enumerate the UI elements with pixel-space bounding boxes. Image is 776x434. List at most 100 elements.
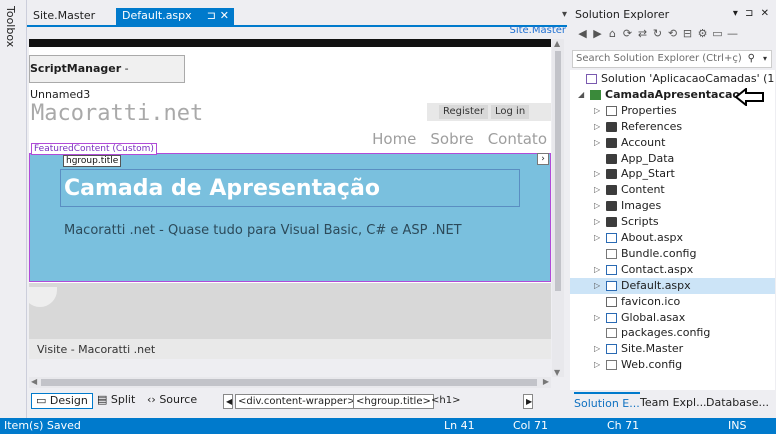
page-heading[interactable]: Camada de Apresentação <box>64 176 380 201</box>
collapse-icon[interactable]: ⊟ <box>680 27 695 40</box>
breadcrumb-right-icon[interactable]: ▶ <box>523 394 533 409</box>
search-icon[interactable]: ⚲ <box>748 51 755 67</box>
tree-item-label: Default.aspx <box>621 278 691 292</box>
design-surface[interactable]: ScriptManager - Unnamed3 Macoratti.net R… <box>29 39 551 359</box>
nav-sobre[interactable]: Sobre <box>430 130 473 148</box>
tree-item[interactable]: ▷ Content <box>570 182 775 198</box>
web-page-icon <box>606 280 617 291</box>
tree-item[interactable]: ▷ Web.config <box>570 357 775 373</box>
tree-item[interactable]: packages.config <box>570 325 775 341</box>
nav-home[interactable]: Home <box>372 130 416 148</box>
tree-item-label: Solution 'AplicacaoCamadas' (1 pro <box>601 72 775 85</box>
breadcrumb-item[interactable]: <div.content-wrapper> <box>235 394 359 409</box>
scroll-down-icon[interactable]: ▼ <box>554 368 560 377</box>
tab-site-master[interactable]: Site.Master <box>27 8 114 25</box>
smart-tag-chevron-icon[interactable]: › <box>537 153 549 165</box>
web-page-icon <box>606 312 617 323</box>
tree-item[interactable]: ▷ Site.Master <box>570 341 775 357</box>
expand-arrow-icon[interactable]: ▷ <box>594 278 600 294</box>
script-manager-control[interactable]: ScriptManager - Unnamed3 <box>29 55 185 101</box>
login-link[interactable]: Log in <box>491 105 530 119</box>
design-view-button[interactable]: ▭ Design <box>31 393 93 409</box>
pin-icon[interactable]: ⊐ <box>207 8 216 24</box>
close-icon[interactable]: ✕ <box>220 8 229 24</box>
expand-arrow-icon[interactable]: ▷ <box>594 230 600 246</box>
nav-contato[interactable]: Contato <box>488 130 547 148</box>
chevron-down-icon[interactable]: ▾ <box>763 51 767 67</box>
tree-item-label: App_Start <box>621 167 675 181</box>
tree-item[interactable]: ▷ Contact.aspx <box>570 262 775 278</box>
breadcrumb-item[interactable]: <hgroup.title> <box>353 394 434 409</box>
scroll-left-icon[interactable]: ◀ <box>31 377 37 386</box>
tree-item[interactable]: Bundle.config <box>570 246 775 262</box>
tree-item[interactable]: ▷ Images <box>570 198 775 214</box>
design-vertical-scrollbar[interactable]: ▲ ▼ <box>552 39 564 377</box>
source-label: Source <box>159 393 198 406</box>
tab-default-aspx[interactable]: Default.aspx ⊐ ✕ <box>116 8 234 25</box>
collapse-arrow-icon[interactable]: ◢ <box>578 87 584 103</box>
tab-database-explorer[interactable]: Database... <box>706 396 769 409</box>
tree-item[interactable]: ▷ About.aspx <box>570 230 775 246</box>
tree-item[interactable]: favicon.ico <box>570 294 775 310</box>
properties-icon[interactable]: ⚙ <box>695 27 710 40</box>
scroll-thumb[interactable] <box>555 51 561 291</box>
tab-team-explorer[interactable]: Team Expl... <box>640 396 707 409</box>
tree-item[interactable]: ▷ Account <box>570 135 775 151</box>
split-icon: ▤ <box>97 393 108 406</box>
pending-changes-icon[interactable]: ↻ <box>650 27 665 40</box>
expand-arrow-icon[interactable]: ▷ <box>594 119 600 135</box>
folder-icon <box>606 137 617 148</box>
panel-window-controls[interactable]: ▾ ⊐ ✕ <box>733 8 771 19</box>
back-icon[interactable]: ◀ <box>575 27 590 40</box>
tree-item-label: Contact.aspx <box>621 262 694 276</box>
sync-icon[interactable]: ⇄ <box>635 27 650 40</box>
page-top-bar <box>29 39 551 47</box>
expand-arrow-icon[interactable]: ▷ <box>594 357 600 373</box>
search-input[interactable]: Search Solution Explorer (Ctrl+ç) <box>576 53 742 64</box>
design-horizontal-scrollbar[interactable]: ◀ ▶ <box>29 377 551 388</box>
source-view-button[interactable]: ‹› Source <box>143 393 201 409</box>
preview-icon[interactable]: — <box>725 27 740 40</box>
register-link[interactable]: Register <box>439 105 489 119</box>
split-view-button[interactable]: ▤ Split <box>93 393 139 409</box>
tab-solution-explorer[interactable]: Solution E... <box>574 392 640 410</box>
expand-arrow-icon[interactable]: ▷ <box>594 166 600 182</box>
expand-arrow-icon[interactable]: ▷ <box>594 103 600 119</box>
tree-item[interactable]: Solution 'AplicacaoCamadas' (1 pro <box>570 71 775 87</box>
show-all-icon[interactable]: ⟳ <box>620 27 635 40</box>
scroll-up-icon[interactable]: ▲ <box>554 39 560 48</box>
tree-item-label: App_Data <box>621 151 675 165</box>
expand-arrow-icon[interactable]: ▷ <box>594 341 600 357</box>
expand-arrow-icon[interactable]: ▷ <box>594 310 600 326</box>
expand-arrow-icon[interactable]: ▷ <box>594 135 600 151</box>
forward-icon[interactable]: ▶ <box>590 27 605 40</box>
master-page-label[interactable]: Site.Master <box>500 25 566 37</box>
refresh-icon[interactable]: ⟲ <box>665 27 680 40</box>
design-label: Design <box>49 394 88 407</box>
footer-text[interactable]: Visite - Macoratti .net <box>37 343 155 356</box>
tree-item[interactable]: ▷ App_Start <box>570 166 775 182</box>
expand-arrow-icon[interactable]: ▷ <box>594 214 600 230</box>
solution-explorer-search[interactable]: Search Solution Explorer (Ctrl+ç) ⚲ ▾ <box>572 50 772 68</box>
home-icon[interactable]: ⌂ <box>605 27 620 40</box>
expand-arrow-icon[interactable]: ▷ <box>594 182 600 198</box>
scroll-right-icon[interactable]: ▶ <box>543 377 549 386</box>
view-code-icon[interactable]: ▭ <box>710 27 725 40</box>
login-area: Register Log in <box>427 103 551 121</box>
tabs-dropdown-icon[interactable]: ▾ <box>562 9 567 20</box>
expand-arrow-icon[interactable]: ▷ <box>594 198 600 214</box>
tree-item-label: Account <box>621 135 666 149</box>
tree-item[interactable]: ▷ References <box>570 119 775 135</box>
breadcrumb-item[interactable]: <h1> <box>429 394 462 409</box>
tree-item[interactable]: ▷ Default.aspx <box>570 277 775 294</box>
config-icon <box>606 328 617 339</box>
breadcrumb-left-icon[interactable]: ◀ <box>223 394 233 409</box>
tree-item[interactable]: ▷ Scripts <box>570 214 775 230</box>
toolbox-tab[interactable]: Toolbox <box>0 0 27 418</box>
tree-item[interactable]: App_Data <box>570 151 775 167</box>
tree-item[interactable]: ▷ Global.asax <box>570 310 775 326</box>
scroll-thumb[interactable] <box>41 379 537 386</box>
lead-text[interactable]: Macoratti .net - Quase tudo para Visual … <box>64 223 462 238</box>
status-message: Item(s) Saved <box>4 419 81 432</box>
expand-arrow-icon[interactable]: ▷ <box>594 262 600 278</box>
